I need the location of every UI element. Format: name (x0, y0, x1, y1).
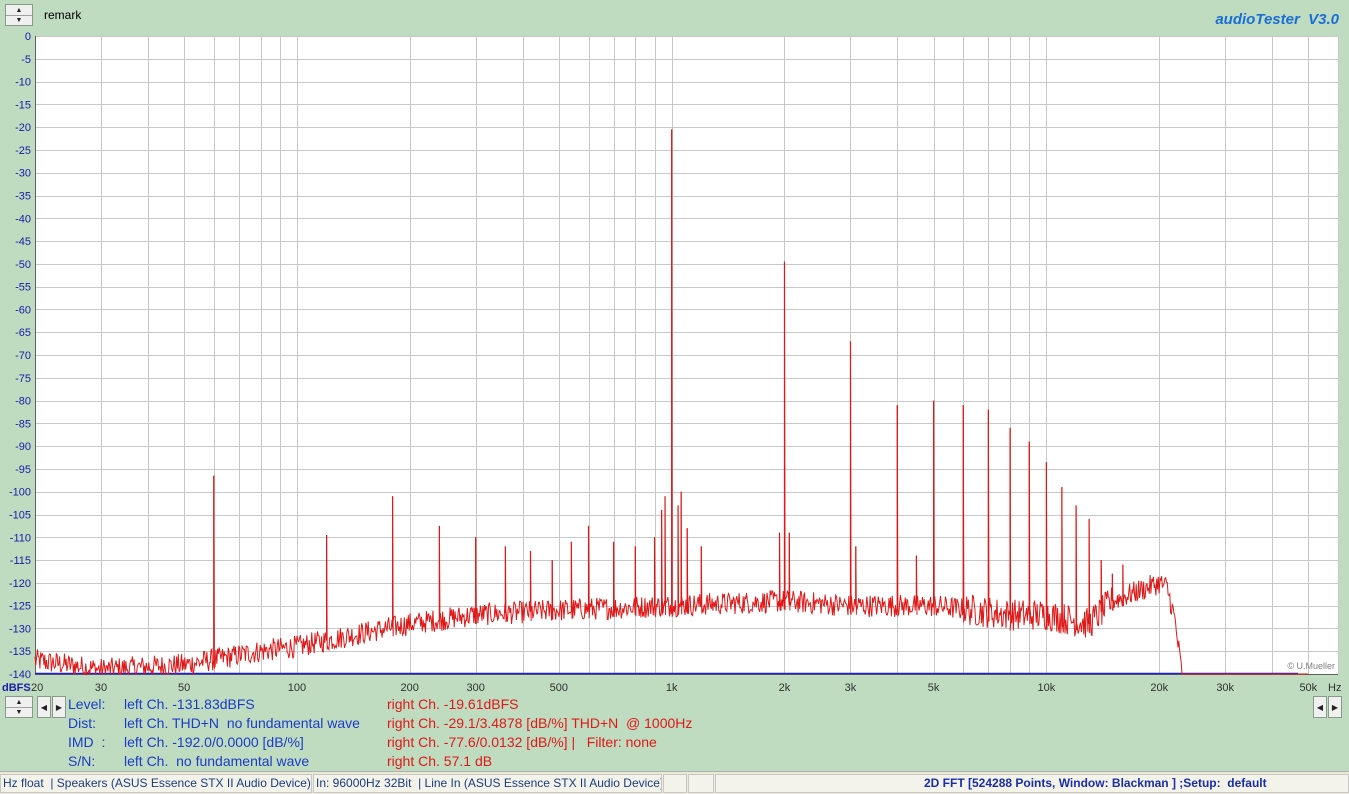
y-tick-label: -55 (15, 282, 31, 294)
y-tick-label: -40 (15, 213, 31, 225)
y-tick-label: 0 (25, 31, 31, 43)
y-unit-label: dBFS (2, 682, 31, 694)
y-tick-label: -25 (15, 145, 31, 157)
x-tick-label: 20 (31, 682, 43, 694)
fft-spectrum-chart[interactable]: 0 -5 -10 -15 -20 -25 -30 -35 -40 -45 -50 -55 -60 -65 -… (0, 0, 1349, 700)
arrow-right-icon: ▶ (1331, 702, 1339, 712)
x-tick-label: 30k (1216, 682, 1234, 694)
x-tick-label: 300 (467, 682, 485, 694)
scroll-right-button[interactable]: ▶ (52, 696, 66, 718)
x-tick-label: 500 (550, 682, 568, 694)
scroll-left-button[interactable]: ◀ (37, 696, 51, 718)
x-tick-label: 20k (1150, 682, 1168, 694)
spinner-down-icon[interactable]: ▼ (6, 707, 32, 717)
status-empty-cell (663, 774, 687, 793)
x-tick-label: 5k (928, 682, 940, 694)
imd-right-value: right Ch. -77.6/0.0132 [dB/%] | Filter: … (387, 734, 657, 750)
zoom-right-button[interactable]: ▶ (1328, 696, 1342, 718)
y-tick-label: -50 (15, 259, 31, 271)
y-scale-spinner[interactable]: ▲ ▼ (5, 696, 33, 718)
level-label: Level: (68, 696, 106, 712)
y-tick-label: -65 (15, 327, 31, 339)
x-tick-label: 50k (1299, 682, 1317, 694)
y-tick-label: -120 (9, 578, 31, 590)
x-tick-label: 200 (401, 682, 419, 694)
x-tick-label: 100 (288, 682, 306, 694)
y-tick-label: -80 (15, 396, 31, 408)
arrow-left-icon: ◀ (1316, 702, 1324, 712)
arrow-right-icon: ▶ (55, 702, 63, 712)
y-tick-label: -90 (15, 441, 31, 453)
x-unit-label: Hz (1328, 682, 1341, 694)
status-input-device: In: 96000Hz 32Bit | Line In (ASUS Essenc… (313, 774, 662, 793)
sn-label: S/N: (68, 753, 96, 769)
level-right-value: right Ch. -19.61dBFS (387, 696, 519, 712)
dist-label: Dist: (68, 715, 96, 731)
status-bar: Hz float | Speakers (ASUS Essence STX II… (0, 771, 1349, 794)
status-output-device: Hz float | Speakers (ASUS Essence STX II… (0, 774, 312, 793)
x-tick-label: 50 (178, 682, 190, 694)
x-tick-label: 1k (666, 682, 678, 694)
y-tick-label: -30 (15, 168, 31, 180)
imd-left-value: left Ch. -192.0/0.0000 [dB/%] (124, 734, 304, 750)
y-tick-label: -115 (10, 555, 31, 567)
y-tick-label: -100 (9, 487, 31, 499)
zoom-left-button[interactable]: ◀ (1313, 696, 1327, 718)
y-tick-label: -140 (9, 669, 31, 681)
y-tick-label: -125 (9, 601, 31, 613)
y-tick-label: -105 (9, 510, 31, 522)
x-tick-label: 10k (1038, 682, 1056, 694)
y-tick-label: -135 (9, 646, 31, 658)
y-tick-label: -70 (15, 350, 31, 362)
dist-left-value: left Ch. THD+N no fundamental wave (124, 715, 360, 731)
y-tick-label: -45 (15, 236, 31, 248)
status-fft-info: 2D FFT [524288 Points, Window: Blackman … (715, 774, 1349, 793)
copyright-label: © U.Mueller (1287, 661, 1335, 671)
y-tick-label: -110 (10, 532, 31, 544)
x-tick-label: 30 (95, 682, 107, 694)
arrow-left-icon: ◀ (40, 702, 48, 712)
y-tick-label: -15 (15, 99, 31, 111)
x-tick-label: 3k (845, 682, 857, 694)
dist-right-value: right Ch. -29.1/3.4878 [dB/%] THD+N @ 10… (387, 715, 693, 731)
y-tick-label: -130 (9, 623, 31, 635)
y-tick-label: -35 (15, 191, 31, 203)
status-empty-cell (688, 774, 714, 793)
y-tick-label: -5 (21, 54, 31, 66)
y-tick-label: -85 (15, 418, 31, 430)
y-tick-label: -10 (15, 77, 31, 89)
y-tick-label: -20 (15, 122, 31, 134)
sn-right-value: right Ch. 57.1 dB (387, 753, 493, 769)
level-left-value: left Ch. -131.83dBFS (124, 696, 255, 712)
y-tick-label: -75 (15, 373, 31, 385)
imd-label: IMD : (68, 734, 106, 750)
y-tick-label: -95 (15, 464, 31, 476)
sn-left-value: left Ch. no fundamental wave (124, 753, 310, 769)
x-tick-label: 2k (779, 682, 791, 694)
y-tick-label: -60 (15, 304, 31, 316)
